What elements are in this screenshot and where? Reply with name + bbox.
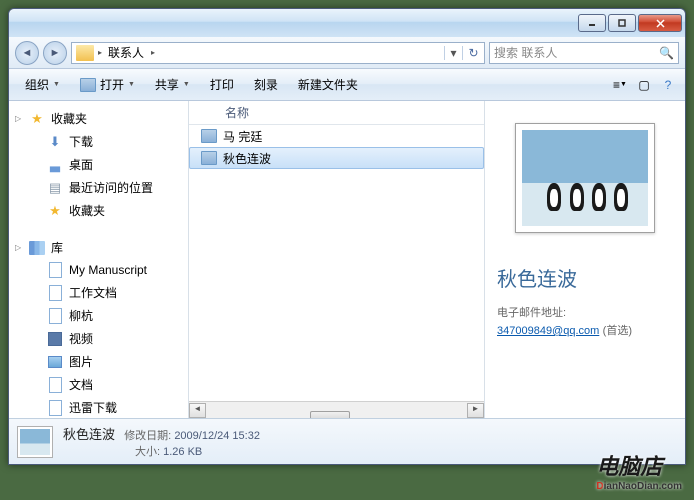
sidebar-item-workdocs[interactable]: 工作文档: [9, 281, 188, 304]
folder-icon: [76, 45, 94, 61]
document-icon: [47, 308, 63, 324]
back-button[interactable]: ◄: [15, 41, 39, 65]
burn-button[interactable]: 刻录: [244, 72, 288, 97]
newfolder-button[interactable]: 新建文件夹: [288, 72, 368, 97]
sidebar-item-pictures[interactable]: 图片: [9, 350, 188, 373]
forward-button[interactable]: ►: [43, 41, 67, 65]
contact-photo: [522, 130, 648, 226]
open-button[interactable]: 打开▼: [70, 72, 145, 97]
organize-button[interactable]: 组织▼: [15, 72, 70, 97]
recent-icon: ▤: [47, 180, 63, 196]
desktop-icon: ▃: [47, 157, 63, 173]
share-button[interactable]: 共享▼: [145, 72, 200, 97]
document-icon: [47, 377, 63, 393]
file-row[interactable]: 马 完廷: [189, 125, 484, 147]
star-icon: ★: [47, 203, 63, 219]
view-options-button[interactable]: ≡▼: [609, 74, 631, 96]
help-button[interactable]: ?: [657, 74, 679, 96]
contact-icon: [201, 151, 217, 165]
contact-icon: [201, 129, 217, 143]
file-row[interactable]: 秋色连波: [189, 147, 484, 169]
preview-pane: 秋色连波 电子邮件地址: 347009849@qq.com (首选): [485, 101, 685, 418]
content-area: ▷★收藏夹 ⬇下载 ▃桌面 ▤最近访问的位置 ★收藏夹 ▷库 My Manusc…: [9, 101, 685, 418]
picture-icon: [47, 354, 63, 370]
explorer-window: ◄ ► ▸ 联系人 ▸ ▾ ↻ 搜索 联系人 🔍 组织▼ 打开▼ 共享▼ 打印 …: [8, 8, 686, 465]
scroll-right-button[interactable]: ►: [467, 403, 484, 418]
details-pane: 秋色连波 修改日期: 2009/12/24 15:32 大小: 1.26 KB: [9, 418, 685, 464]
contact-icon: [80, 78, 96, 92]
file-list-pane: 名称 马 完廷 秋色连波 ◄ ►: [189, 101, 485, 418]
contact-name: 秋色连波: [497, 263, 577, 292]
command-toolbar: 组织▼ 打开▼ 共享▼ 打印 刻录 新建文件夹 ≡▼ ▢ ?: [9, 69, 685, 101]
file-list-empty-area[interactable]: [189, 169, 484, 401]
library-icon: [29, 240, 45, 256]
email-suffix: (首选): [603, 325, 632, 337]
navigation-bar: ◄ ► ▸ 联系人 ▸ ▾ ↻ 搜索 联系人 🔍: [9, 37, 685, 69]
sidebar-item-documents[interactable]: 文档: [9, 373, 188, 396]
scroll-left-button[interactable]: ◄: [189, 403, 206, 418]
sidebar-item-manuscript[interactable]: My Manuscript: [9, 259, 188, 281]
close-button[interactable]: [638, 14, 682, 32]
document-icon: [47, 262, 63, 278]
column-header-name[interactable]: 名称: [189, 101, 484, 125]
address-dropdown[interactable]: ▾: [444, 46, 462, 60]
print-button[interactable]: 打印: [200, 72, 244, 97]
sidebar-item-liuhang[interactable]: 柳杭: [9, 304, 188, 327]
sidebar-item-downloads[interactable]: ⬇下载: [9, 130, 188, 153]
sidebar-item-recent[interactable]: ▤最近访问的位置: [9, 176, 188, 199]
scroll-thumb[interactable]: [310, 411, 350, 418]
document-icon: [47, 400, 63, 416]
video-icon: [47, 331, 63, 347]
email-label: 电子邮件地址:: [497, 304, 566, 320]
refresh-button[interactable]: ↻: [462, 46, 484, 60]
navigation-pane: ▷★收藏夹 ⬇下载 ▃桌面 ▤最近访问的位置 ★收藏夹 ▷库 My Manusc…: [9, 101, 189, 418]
search-input[interactable]: 搜索 联系人 🔍: [489, 42, 679, 64]
details-filename: 秋色连波: [63, 427, 115, 442]
details-thumbnail: [17, 426, 53, 458]
titlebar[interactable]: [9, 9, 685, 37]
sidebar-item-favorites[interactable]: ★收藏夹: [9, 199, 188, 222]
horizontal-scrollbar[interactable]: ◄ ►: [189, 401, 484, 418]
sidebar-item-xunlei[interactable]: 迅雷下载: [9, 396, 188, 418]
minimize-button[interactable]: [578, 14, 606, 32]
search-icon: 🔍: [659, 46, 674, 60]
document-icon: [47, 285, 63, 301]
address-segment[interactable]: 联系人: [102, 43, 151, 63]
maximize-button[interactable]: [608, 14, 636, 32]
watermark: 电脑店 DianNaoDian.com: [596, 449, 682, 492]
preview-pane-button[interactable]: ▢: [633, 74, 655, 96]
libraries-header[interactable]: ▷库: [9, 236, 188, 259]
favorites-header[interactable]: ▷★收藏夹: [9, 107, 188, 130]
star-icon: ★: [29, 111, 45, 127]
email-link[interactable]: 347009849@qq.com: [497, 325, 599, 337]
search-placeholder: 搜索 联系人: [494, 44, 557, 61]
download-icon: ⬇: [47, 134, 63, 150]
sidebar-item-videos[interactable]: 视频: [9, 327, 188, 350]
sidebar-item-desktop[interactable]: ▃桌面: [9, 153, 188, 176]
preview-thumbnail: [515, 123, 655, 233]
address-bar[interactable]: ▸ 联系人 ▸ ▾ ↻: [71, 42, 485, 64]
